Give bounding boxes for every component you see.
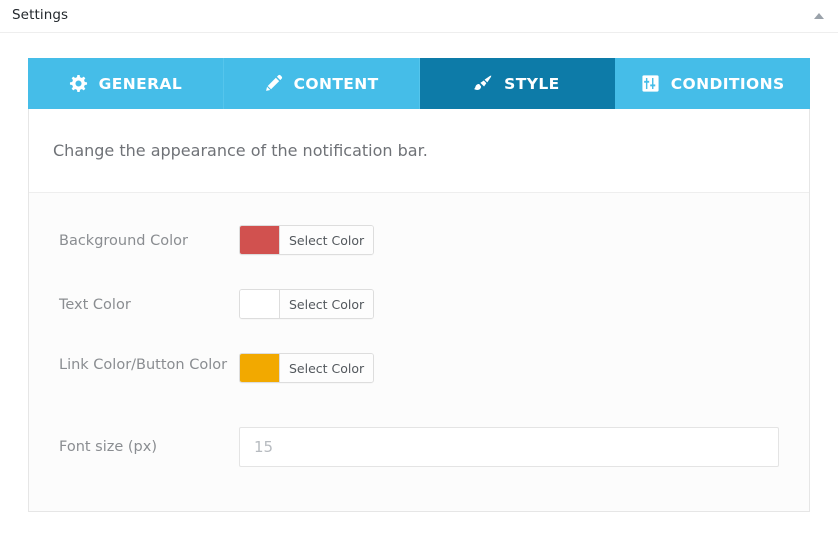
select-color-button-link[interactable]: Select Color <box>280 354 374 382</box>
tab-content-label: CONTENT <box>293 74 379 93</box>
gear-icon <box>69 74 88 93</box>
tab-general-label: GENERAL <box>98 74 183 93</box>
settings-window: Settings GENERAL CONTENT STYLE CONDITION… <box>0 0 838 542</box>
settings-tabs: GENERAL CONTENT STYLE CONDITIONS <box>28 58 810 109</box>
field-row-link-button-color: Link Color/Button Color Select Color <box>29 344 809 410</box>
pencil-icon <box>264 74 283 93</box>
window-header: Settings <box>0 0 838 33</box>
color-picker-background-color[interactable]: Select Color <box>239 225 375 255</box>
field-row-text-color: Text Color Select Color <box>29 280 809 340</box>
field-label-link-button-color: Link Color/Button Color <box>59 357 228 373</box>
page-title: Settings <box>12 7 69 23</box>
select-color-button-background[interactable]: Select Color <box>280 226 374 254</box>
style-form: Background Color Select Color Text Color… <box>29 194 809 511</box>
tab-general[interactable]: GENERAL <box>28 58 224 109</box>
tab-content[interactable]: CONTENT <box>223 58 420 109</box>
paint-brush-icon <box>474 74 493 93</box>
select-color-button-text[interactable]: Select Color <box>280 290 374 318</box>
color-picker-text-color[interactable]: Select Color <box>239 289 375 319</box>
sliders-icon <box>641 74 660 93</box>
tab-style-label: STYLE <box>504 74 560 93</box>
tab-style[interactable]: STYLE <box>419 58 616 109</box>
field-label-background-color: Background Color <box>59 233 188 249</box>
field-label-text-color: Text Color <box>59 297 131 313</box>
font-size-input[interactable] <box>239 427 779 467</box>
color-swatch-background-color[interactable] <box>240 226 280 254</box>
color-swatch-text-color[interactable] <box>240 290 280 318</box>
tab-conditions[interactable]: CONDITIONS <box>615 58 810 109</box>
tab-conditions-label: CONDITIONS <box>670 74 785 93</box>
panel-description: Change the appearance of the notificatio… <box>53 141 428 160</box>
panel-description-block: Change the appearance of the notificatio… <box>29 109 809 193</box>
field-row-font-size: Font size (px) <box>29 420 809 480</box>
color-picker-link-button-color[interactable]: Select Color <box>239 353 375 383</box>
caret-up-glyph <box>814 13 824 19</box>
field-label-font-size: Font size (px) <box>59 439 158 455</box>
color-swatch-link-button-color[interactable] <box>240 354 280 382</box>
field-row-background-color: Background Color Select Color <box>29 216 809 276</box>
caret-up-icon[interactable] <box>808 6 830 26</box>
